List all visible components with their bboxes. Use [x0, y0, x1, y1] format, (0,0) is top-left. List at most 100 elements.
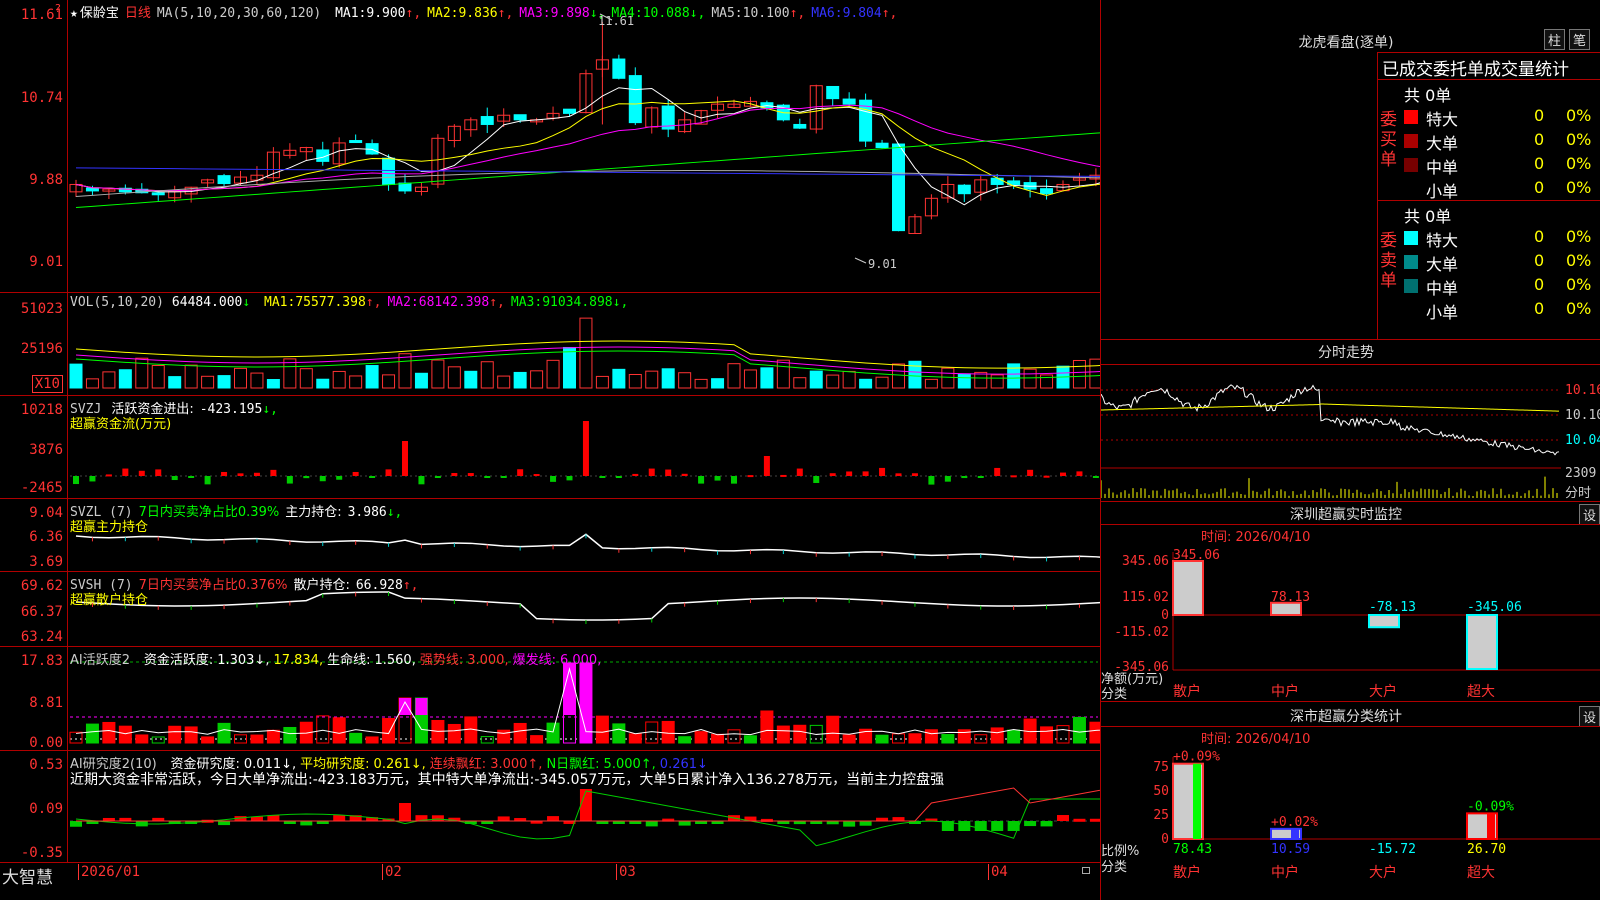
activity-bar [530, 735, 544, 744]
svzj-bar [599, 476, 606, 478]
category-count: 0 [1534, 227, 1545, 246]
ai1-item: 生命线: [327, 653, 371, 668]
activity-bar [908, 733, 922, 744]
intraday-panel[interactable]: 分时走势 10.16 10.10 10.04 2309 分时 [1100, 340, 1600, 502]
category-count: 0 [1534, 299, 1545, 318]
class-bar-change: +0.09% [1173, 750, 1220, 765]
svzl-pct: 7日内买卖净占比0.39% [138, 505, 280, 520]
dragon-title: 龙虎看盘(逐单) [1298, 35, 1394, 51]
ma-value: 9.836 [458, 6, 498, 21]
ma-arrow: ↑, [497, 6, 514, 21]
activity-bar [151, 736, 165, 744]
svsh-pane[interactable]: 69.62 66.37 63.24 SVSH (7) 7日内买卖净占比0.376%… [0, 572, 1100, 647]
volume-bar [1089, 358, 1100, 389]
ai1-item: 强势线: [419, 653, 464, 668]
ai-activity-pane[interactable]: 17.83 8.81 0.00 AI活跃度2 资金活跃度: 1.303↓, 17.8… [0, 647, 1100, 751]
sell-total: 共 0单 [1404, 207, 1452, 226]
category-swatch [1404, 279, 1418, 293]
lock-icon[interactable] [1082, 867, 1090, 874]
volume-bar [250, 372, 264, 389]
volume-bar [892, 363, 905, 389]
monitor-category: 超大 [1467, 684, 1495, 700]
candle-body [990, 177, 1004, 185]
activity-bar [842, 734, 856, 744]
svzj-bar [813, 476, 820, 483]
kline-pane[interactable]: 11.61 10.74 9.88 9.01 ★ 保龄宝 日线 MA(5,10,20,3… [0, 0, 1100, 293]
monitor-tick: -115.02 [1114, 625, 1169, 640]
category-swatch [1404, 231, 1418, 245]
candle-body [612, 58, 626, 79]
svzj-bar [961, 476, 968, 479]
svzj-bar [533, 474, 540, 477]
svzj-bar [763, 456, 770, 476]
research-bar [70, 821, 82, 827]
volume-bar [1007, 363, 1021, 389]
category-swatch [1404, 182, 1418, 196]
ai-research-pane[interactable]: 0.53 0.09 -0.35 AI研究度2(10) 资金研究度: 0.011↓,… [0, 751, 1100, 862]
ma-line [75, 132, 1100, 209]
volume-bar [694, 378, 708, 389]
svzj-arrow: ↓, [262, 402, 278, 417]
svzl-pane[interactable]: 9.04 6.36 3.69 SVZL (7) 7日内买卖净占比0.39% 主力持仓… [0, 499, 1100, 572]
category-pct: 0% [1566, 154, 1592, 173]
volume-bar [711, 378, 725, 389]
research-bar [218, 821, 231, 826]
monitor-tick: 115.02 [1122, 590, 1169, 605]
activity-bar [694, 731, 708, 744]
tick-view-button[interactable]: 笔 [1569, 29, 1591, 50]
intraday-tick: 10.04 [1565, 433, 1600, 448]
monitor-category: 中户 [1271, 683, 1299, 700]
research-bar [579, 789, 592, 821]
svzj-bar [204, 476, 211, 485]
volume-bar [151, 365, 165, 389]
activity-bar [1007, 729, 1021, 744]
high-price-label: 11.61 [598, 14, 635, 28]
activity-bar-burst [579, 663, 592, 715]
activity-bar [826, 715, 840, 744]
period-label[interactable]: 日线 [125, 6, 151, 21]
volume-bar [349, 375, 363, 389]
svzj-bar [665, 469, 672, 476]
date-tick: 2026/01 [78, 864, 140, 880]
activity-bar [924, 729, 938, 744]
svzj-pane[interactable]: 10218 3876 -2465 SVZJ 活跃资金进出: -423.195↓, 超… [0, 396, 1100, 499]
svzj-bar [550, 476, 557, 482]
volume-bar [924, 378, 938, 389]
ma-value: 9.804 [842, 6, 882, 21]
volume-bar [266, 379, 280, 389]
volume-bar [85, 378, 99, 389]
candle-body [892, 143, 905, 232]
star-icon[interactable]: ★ [70, 6, 78, 21]
svzj-bar [73, 476, 79, 485]
candle-body [217, 175, 231, 185]
activity-bar [793, 724, 807, 744]
svzj-bar [977, 476, 984, 478]
intraday-chart [1101, 384, 1561, 498]
vol-arrow: ↓ [242, 295, 251, 310]
ma-label: MA2: [427, 6, 459, 21]
vol-ma-value: 75577.398 [295, 295, 366, 310]
category-pct: 0% [1566, 299, 1592, 318]
close-icon[interactable]: ? [55, 2, 61, 15]
research-bar [892, 817, 905, 821]
candlestick-chart[interactable] [0, 0, 1100, 293]
low-price-label: 9.01 [868, 257, 897, 271]
candle-body [513, 114, 527, 121]
bar-view-button[interactable]: 柱 [1544, 29, 1566, 50]
class-bar-value: -15.72 [1369, 842, 1416, 857]
svzj-bar [319, 476, 326, 482]
svzj-bar [336, 476, 343, 480]
volume-bar [974, 371, 988, 389]
volume-pane[interactable]: 51023 25196 X10 VOL(5,10,20) 64484.000↓ M… [0, 293, 1100, 396]
volume-bar [546, 359, 560, 389]
activity-bar [69, 731, 83, 744]
activity-bar [1089, 721, 1100, 744]
activity-bar [711, 733, 725, 744]
category-swatch [1404, 255, 1418, 269]
volume-bar [760, 367, 774, 389]
activity-bar [85, 723, 99, 744]
candle-body [480, 116, 494, 125]
activity-bar [102, 721, 116, 744]
volume-bar [875, 376, 889, 389]
activity-bar [990, 727, 1004, 744]
